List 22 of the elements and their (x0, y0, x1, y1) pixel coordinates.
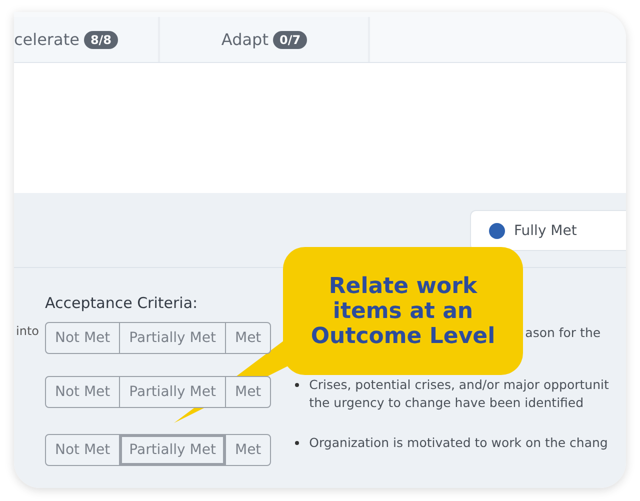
rating-option[interactable]: Not Met (45, 322, 120, 354)
count-badge: 0/7 (273, 30, 307, 48)
legend-label: Fully Met (514, 222, 577, 238)
bullet-icon (295, 383, 300, 387)
rating-option[interactable]: Not Met (45, 434, 120, 466)
section-heading: Acceptance Criteria: (45, 294, 198, 312)
criteria-text: Organization is motivated to work on the chang (309, 434, 608, 452)
tab[interactable]: celerate 8/8 (14, 17, 160, 62)
rating-option[interactable]: Met (224, 434, 272, 466)
count-badge: 8/8 (84, 30, 118, 48)
criteria-text: the urgency to change have been identified (309, 394, 585, 412)
callout-bubble: Relate work items at an Outcome Level (283, 247, 523, 375)
criteria-text: into (16, 324, 39, 338)
rating-option[interactable]: Partially Met (119, 376, 226, 408)
rating-option[interactable]: Met (224, 376, 272, 408)
rating-option[interactable]: Met (224, 322, 272, 354)
rating-option[interactable]: Partially Met (119, 434, 226, 466)
rating-option[interactable]: Not Met (45, 376, 120, 408)
criteria-text: ason for the (525, 324, 601, 342)
rating-option[interactable]: Partially Met (119, 322, 226, 354)
bullet-icon (295, 441, 300, 445)
criteria-text: Crises, potential crises, and/or major opportunit (309, 376, 609, 394)
